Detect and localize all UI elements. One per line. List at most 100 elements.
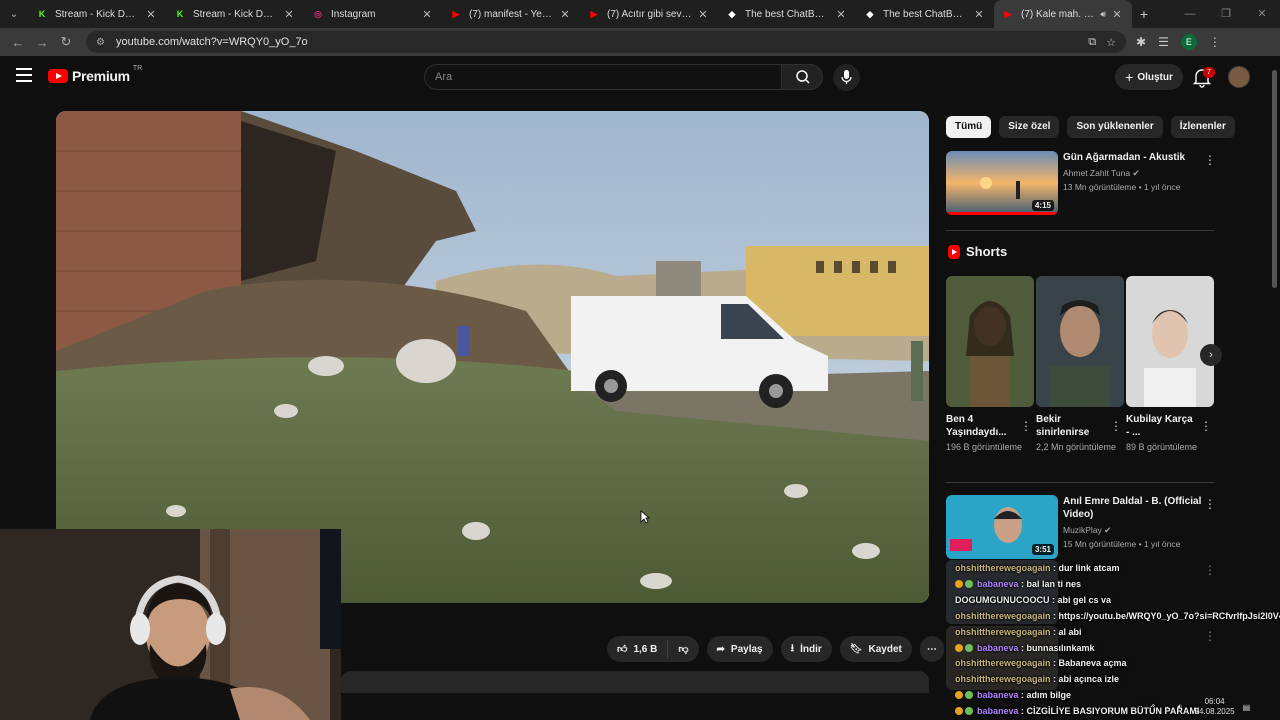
video-title[interactable]: Anıl Emre Daldal - B. (Official Video): [1063, 495, 1203, 521]
reading-list-icon[interactable]: ☰: [1158, 35, 1169, 49]
youtube-premium-logo[interactable]: Premium TR: [48, 64, 143, 84]
youtube-header: Premium TR Ara + Oluştur: [0, 56, 1280, 100]
close-tab-icon[interactable]: ✕: [144, 8, 158, 21]
system-tray: ⌃ ⌁ 🔉︎ 06:04 24.08.2025 ▤: [1150, 694, 1280, 720]
browser-tab[interactable]: ▶ (7) Acıtır gibi severek - Ca... ✕: [580, 0, 718, 28]
video-thumbnail[interactable]: 3:51: [946, 495, 1058, 559]
tab-audio-icon[interactable]: 🔊︎: [1100, 9, 1106, 20]
filter-chip[interactable]: İzlenenler: [1170, 116, 1235, 138]
close-tab-icon[interactable]: ✕: [420, 8, 434, 21]
short-thumbnail[interactable]: [946, 276, 1034, 407]
notification-center-icon[interactable]: ▤: [1243, 703, 1251, 712]
like-button[interactable]: 👍︎ 1,6 B: [617, 643, 657, 656]
subscriber-badge-icon: [955, 579, 963, 588]
short-title[interactable]: Kubilay Karça - ...: [1126, 413, 1196, 439]
browser-tab[interactable]: ◆ The best ChatBot and Wi... ✕: [856, 0, 994, 28]
browser-tab[interactable]: K Stream - Kick Dashboard ✕: [166, 0, 304, 28]
share-icon: ➦: [716, 643, 725, 655]
channel-name[interactable]: Ahmet Zahit Tuna ✔: [1063, 168, 1203, 179]
short-thumbnail[interactable]: [1036, 276, 1124, 407]
chat-username: babaneva: [977, 706, 1019, 717]
more-actions-button[interactable]: ⋯: [919, 636, 944, 662]
short-item[interactable]: Bekir sinirlenirse 2,2 Mn görüntüleme ⋮: [1036, 276, 1124, 454]
browser-tab[interactable]: K Stream - Kick Dashboard ✕: [28, 0, 166, 28]
thumbs-down-icon[interactable]: 👎︎: [678, 643, 688, 655]
chat-text: al abi: [1058, 626, 1082, 637]
network-icon[interactable]: ⌁: [1165, 703, 1170, 712]
account-avatar[interactable]: [1228, 66, 1250, 88]
more-options-icon[interactable]: ⋮: [1020, 419, 1032, 433]
more-options-icon[interactable]: ⋮: [1204, 153, 1216, 167]
duration-badge: 4:15: [1031, 200, 1054, 211]
tray-chevron-icon[interactable]: ⌃: [1150, 703, 1157, 712]
short-item[interactable]: Kubilay Karça - ... 89 B görüntüleme ⋮: [1126, 276, 1214, 454]
filter-chip[interactable]: Son yüklenenler: [1067, 116, 1163, 138]
search-input[interactable]: Ara: [424, 64, 782, 90]
chat-username: babaneva: [977, 642, 1019, 653]
clock[interactable]: 06:04 24.08.2025: [1195, 697, 1235, 717]
tab-search-button[interactable]: ⌄: [0, 0, 28, 28]
video-title[interactable]: Gün Ağarmadan - Akustik: [1063, 151, 1203, 164]
menu-icon[interactable]: [16, 68, 32, 82]
channel-name[interactable]: MuzikPlay ✔: [1063, 525, 1203, 536]
recommended-video[interactable]: 4:15 Gün Ağarmadan - Akustik Ahmet Zahit…: [946, 151, 1226, 215]
share-button[interactable]: ➦ Paylaş: [706, 636, 773, 662]
browser-tab[interactable]: ▶ (7) Kale mah. Çocukla...🔊︎ ✕: [994, 0, 1132, 28]
extensions-icon[interactable]: ✱: [1136, 35, 1146, 49]
install-app-icon[interactable]: ⧉: [1088, 36, 1096, 49]
filter-chip[interactable]: Tümü: [946, 116, 992, 138]
voice-search-button[interactable]: [833, 64, 860, 91]
minimize-button[interactable]: —: [1172, 0, 1208, 28]
divider: [946, 230, 1214, 231]
tab-title: The best ChatBot and Wi...: [745, 8, 830, 20]
new-tab-button[interactable]: +: [1132, 6, 1156, 22]
chat-text: Babaneva açma: [1058, 658, 1127, 669]
browser-menu-icon[interactable]: ⋮: [1209, 35, 1221, 49]
close-window-button[interactable]: ✕: [1244, 0, 1280, 28]
save-label: Kaydet: [868, 643, 902, 655]
close-tab-icon[interactable]: ✕: [972, 8, 986, 21]
close-tab-icon[interactable]: ✕: [1110, 8, 1124, 21]
volume-icon[interactable]: 🔉︎: [1178, 702, 1183, 712]
browser-tab[interactable]: ◆ The best ChatBot and Wi... ✕: [718, 0, 856, 28]
create-button[interactable]: + Oluştur: [1115, 64, 1183, 90]
recommended-video[interactable]: 3:51 Anıl Emre Daldal - B. (Official Vid…: [946, 495, 1226, 559]
short-item[interactable]: Ben 4 Yaşındaydı... 196 B görüntüleme ⋮: [946, 276, 1034, 454]
description-panel[interactable]: [341, 671, 929, 693]
chat-username: ohshittherewegoagain: [955, 658, 1051, 669]
chat-message: babaneva : bunnasılınkamk: [955, 641, 1275, 657]
address-bar[interactable]: ⚙ youtube.com/watch?v=WRQY0_yO_7o ⧉ ☆: [86, 31, 1126, 53]
scrollbar-thumb[interactable]: [1272, 70, 1277, 288]
more-options-icon[interactable]: ⋮: [1204, 497, 1216, 511]
close-tab-icon[interactable]: ✕: [696, 8, 710, 21]
search-button[interactable]: [781, 64, 823, 90]
maximize-button[interactable]: ❐: [1208, 0, 1244, 28]
short-title[interactable]: Ben 4 Yaşındaydı...: [946, 413, 1016, 439]
shorts-next-button[interactable]: ›: [1200, 344, 1222, 366]
browser-tab[interactable]: ▶ (7) manifest - Yeni Ev Tur... ✕: [442, 0, 580, 28]
browser-tab[interactable]: ◎ Instagram ✕: [304, 0, 442, 28]
download-icon: ⭳: [790, 642, 795, 654]
bookmark-star-icon[interactable]: ☆: [1106, 36, 1116, 49]
back-button[interactable]: ←: [6, 35, 30, 50]
filter-chip[interactable]: Size özel: [999, 116, 1060, 138]
short-title[interactable]: Bekir sinirlenirse: [1036, 413, 1106, 439]
close-tab-icon[interactable]: ✕: [834, 8, 848, 21]
tab-title: (7) manifest - Yeni Ev Tur...: [469, 8, 554, 20]
short-thumbnail[interactable]: [1126, 276, 1214, 407]
save-button[interactable]: 🔖︎ Kaydet: [839, 636, 912, 662]
close-tab-icon[interactable]: ✕: [558, 8, 572, 21]
close-tab-icon[interactable]: ✕: [282, 8, 296, 21]
chat-username: ohshittherewegoagain: [955, 610, 1051, 621]
profile-avatar[interactable]: E: [1180, 34, 1197, 50]
forward-button[interactable]: →: [30, 35, 54, 50]
video-thumbnail[interactable]: 4:15: [946, 151, 1058, 215]
more-options-icon[interactable]: ⋮: [1200, 419, 1212, 433]
site-info-icon[interactable]: ⚙: [96, 37, 110, 48]
reload-button[interactable]: ↻: [54, 34, 78, 50]
more-options-icon[interactable]: ⋮: [1110, 419, 1122, 433]
download-button[interactable]: ⭳ İndir: [780, 636, 832, 662]
chat-text: bal lan ti nes: [1026, 578, 1082, 589]
video-actions: 👍︎ 1,6 B 👎︎ ➦ Paylaş ⭳ İndir 🔖︎ Kaydet ⋯: [607, 636, 944, 662]
country-code: TR: [132, 64, 143, 72]
